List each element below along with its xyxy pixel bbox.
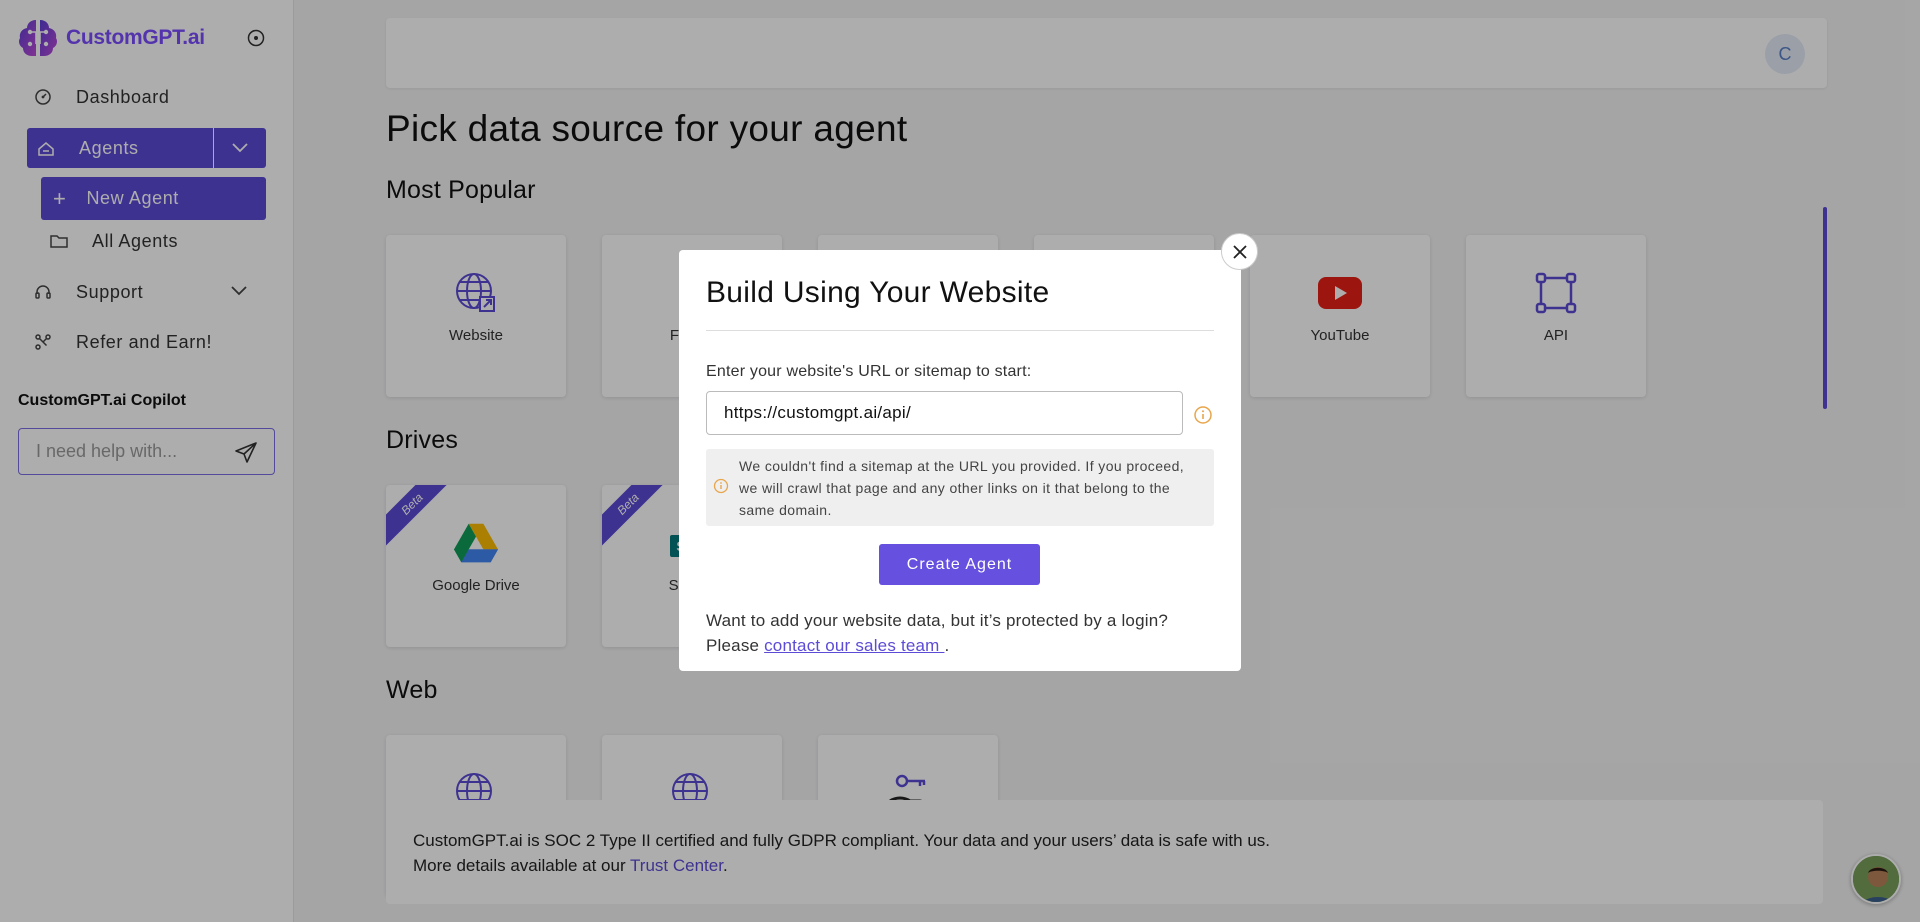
url-input[interactable] — [706, 391, 1183, 435]
warning-text: We couldn't find a sitemap at the URL yo… — [739, 458, 1185, 518]
contact-sales-link[interactable]: contact our sales team — [764, 636, 944, 655]
create-agent-button[interactable]: Create Agent — [879, 544, 1040, 585]
modal-title: Build Using Your Website — [706, 276, 1050, 309]
sitemap-warning: We couldn't find a sitemap at the URL yo… — [706, 449, 1214, 526]
url-label: Enter your website's URL or sitemap to s… — [706, 363, 1032, 380]
divider — [706, 330, 1214, 331]
login-note: Want to add your website data, but it’s … — [706, 608, 1216, 658]
warning-info-icon — [713, 478, 729, 494]
modal-close-button[interactable] — [1221, 233, 1258, 270]
close-icon — [1232, 244, 1247, 259]
note-suffix: . — [944, 636, 950, 655]
website-source-modal: Build Using Your Website Enter your webs… — [679, 250, 1241, 671]
info-icon[interactable] — [1193, 405, 1213, 425]
